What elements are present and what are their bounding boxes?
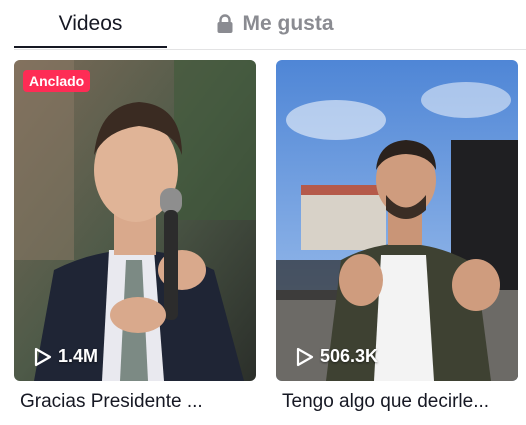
video-thumbnail: [276, 60, 518, 381]
view-count: 506.3K: [296, 346, 378, 367]
tabs-divider: [14, 49, 526, 50]
tab-likes[interactable]: Me gusta: [200, 0, 350, 48]
view-count: 1.4M: [34, 346, 98, 367]
tab-likes-label: Me gusta: [242, 12, 334, 35]
play-icon: [34, 347, 52, 366]
video-card[interactable]: 506.3K: [276, 60, 518, 381]
video-thumbnail: [14, 60, 256, 381]
view-count-value: 506.3K: [320, 346, 379, 366]
tab-videos-label: Videos: [58, 12, 123, 35]
pinned-badge: Anclado: [23, 70, 91, 92]
video-caption[interactable]: Gracias Presidente ...: [20, 391, 262, 413]
video-card[interactable]: Anclado 1.4M: [14, 60, 256, 381]
video-caption[interactable]: Tengo algo que decirle...: [282, 391, 524, 413]
view-count-value: 1.4M: [58, 346, 99, 366]
play-icon: [296, 347, 314, 366]
active-tab-indicator: [14, 46, 167, 48]
lock-icon: [216, 14, 234, 34]
tab-videos[interactable]: Videos: [14, 0, 167, 48]
profile-tabs: Videos Me gusta: [0, 0, 526, 50]
